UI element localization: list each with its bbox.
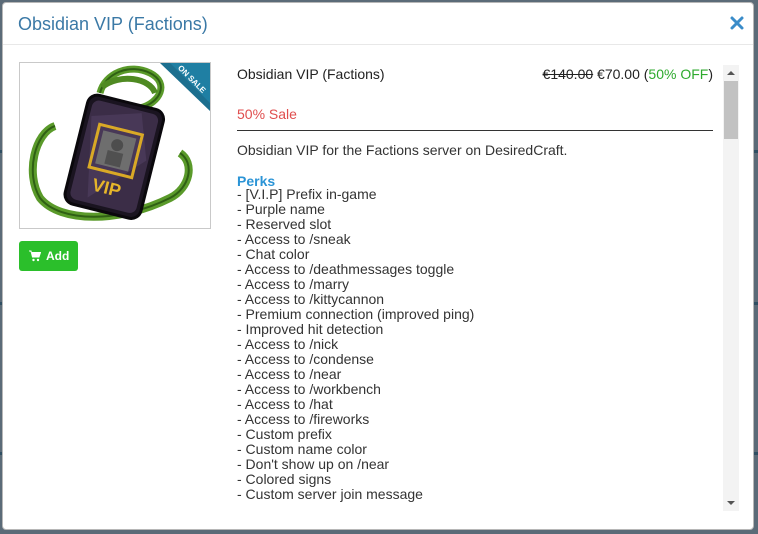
new-price: €70.00 xyxy=(597,66,640,82)
perk-item: - Colored signs xyxy=(237,471,332,487)
sale-label: 50% Sale xyxy=(237,106,297,122)
perk-item: - Improved hit detection xyxy=(237,321,384,337)
add-button-label: Add xyxy=(46,249,70,263)
perk-item: - Premium connection (improved ping) xyxy=(237,306,475,322)
modal-title: Obsidian VIP (Factions) xyxy=(18,14,208,34)
add-button[interactable]: Add xyxy=(19,241,78,271)
perks-list: - [V.I.P] Prefix in-game - Purple name -… xyxy=(237,187,474,502)
price-line: €140.00 €70.00 (50% OFF) xyxy=(543,65,713,83)
perk-item: - Access to /hat xyxy=(237,396,333,412)
perk-item: - Access to /workbench xyxy=(237,381,381,397)
divider xyxy=(237,130,713,131)
product-modal: Obsidian VIP (Factions) VIP ON SALE Add … xyxy=(2,2,754,530)
product-name: Obsidian VIP (Factions) xyxy=(237,66,385,82)
perk-item: - Chat color xyxy=(237,246,310,262)
scrollbar-thumb[interactable] xyxy=(724,81,738,139)
perk-item: - Don't show up on /near xyxy=(237,456,390,472)
perk-item: - Access to /condense xyxy=(237,351,374,367)
cart-icon xyxy=(29,250,41,262)
close-icon[interactable] xyxy=(729,15,745,31)
product-image: VIP ON SALE xyxy=(19,62,211,229)
perk-item: - Purple name xyxy=(237,201,325,217)
perk-item: - Access to /near xyxy=(237,366,342,382)
discount-badge: 50% OFF xyxy=(648,66,709,82)
scrollbar[interactable] xyxy=(723,65,739,511)
product-description: Obsidian VIP for the Factions server on … xyxy=(237,142,568,158)
modal-header: Obsidian VIP (Factions) xyxy=(3,3,753,45)
perk-item: - Access to /kittycannon xyxy=(237,291,385,307)
product-details: Obsidian VIP (Factions) €140.00 €70.00 (… xyxy=(237,62,723,512)
perk-item: - Access to /nick xyxy=(237,336,339,352)
perk-item: - Access to /sneak xyxy=(237,231,351,247)
perk-item: - Reserved slot xyxy=(237,216,332,232)
vip-lanyard-badge-image: VIP ON SALE xyxy=(28,63,210,221)
perk-item: - Access to /deathmessages toggle xyxy=(237,261,455,277)
perk-item: - Access to /fireworks xyxy=(237,411,370,427)
scroll-down-icon[interactable] xyxy=(727,499,735,507)
old-price: €140.00 xyxy=(542,66,594,82)
perk-item: - Custom server join message xyxy=(237,486,423,502)
perk-item: - [V.I.P] Prefix in-game xyxy=(237,186,377,202)
perk-item: - Custom name color xyxy=(237,441,367,457)
perk-item: - Custom prefix xyxy=(237,426,332,442)
scroll-up-icon[interactable] xyxy=(727,69,735,77)
discount-paren-close: ) xyxy=(708,66,713,82)
perk-item: - Access to /marry xyxy=(237,276,350,292)
